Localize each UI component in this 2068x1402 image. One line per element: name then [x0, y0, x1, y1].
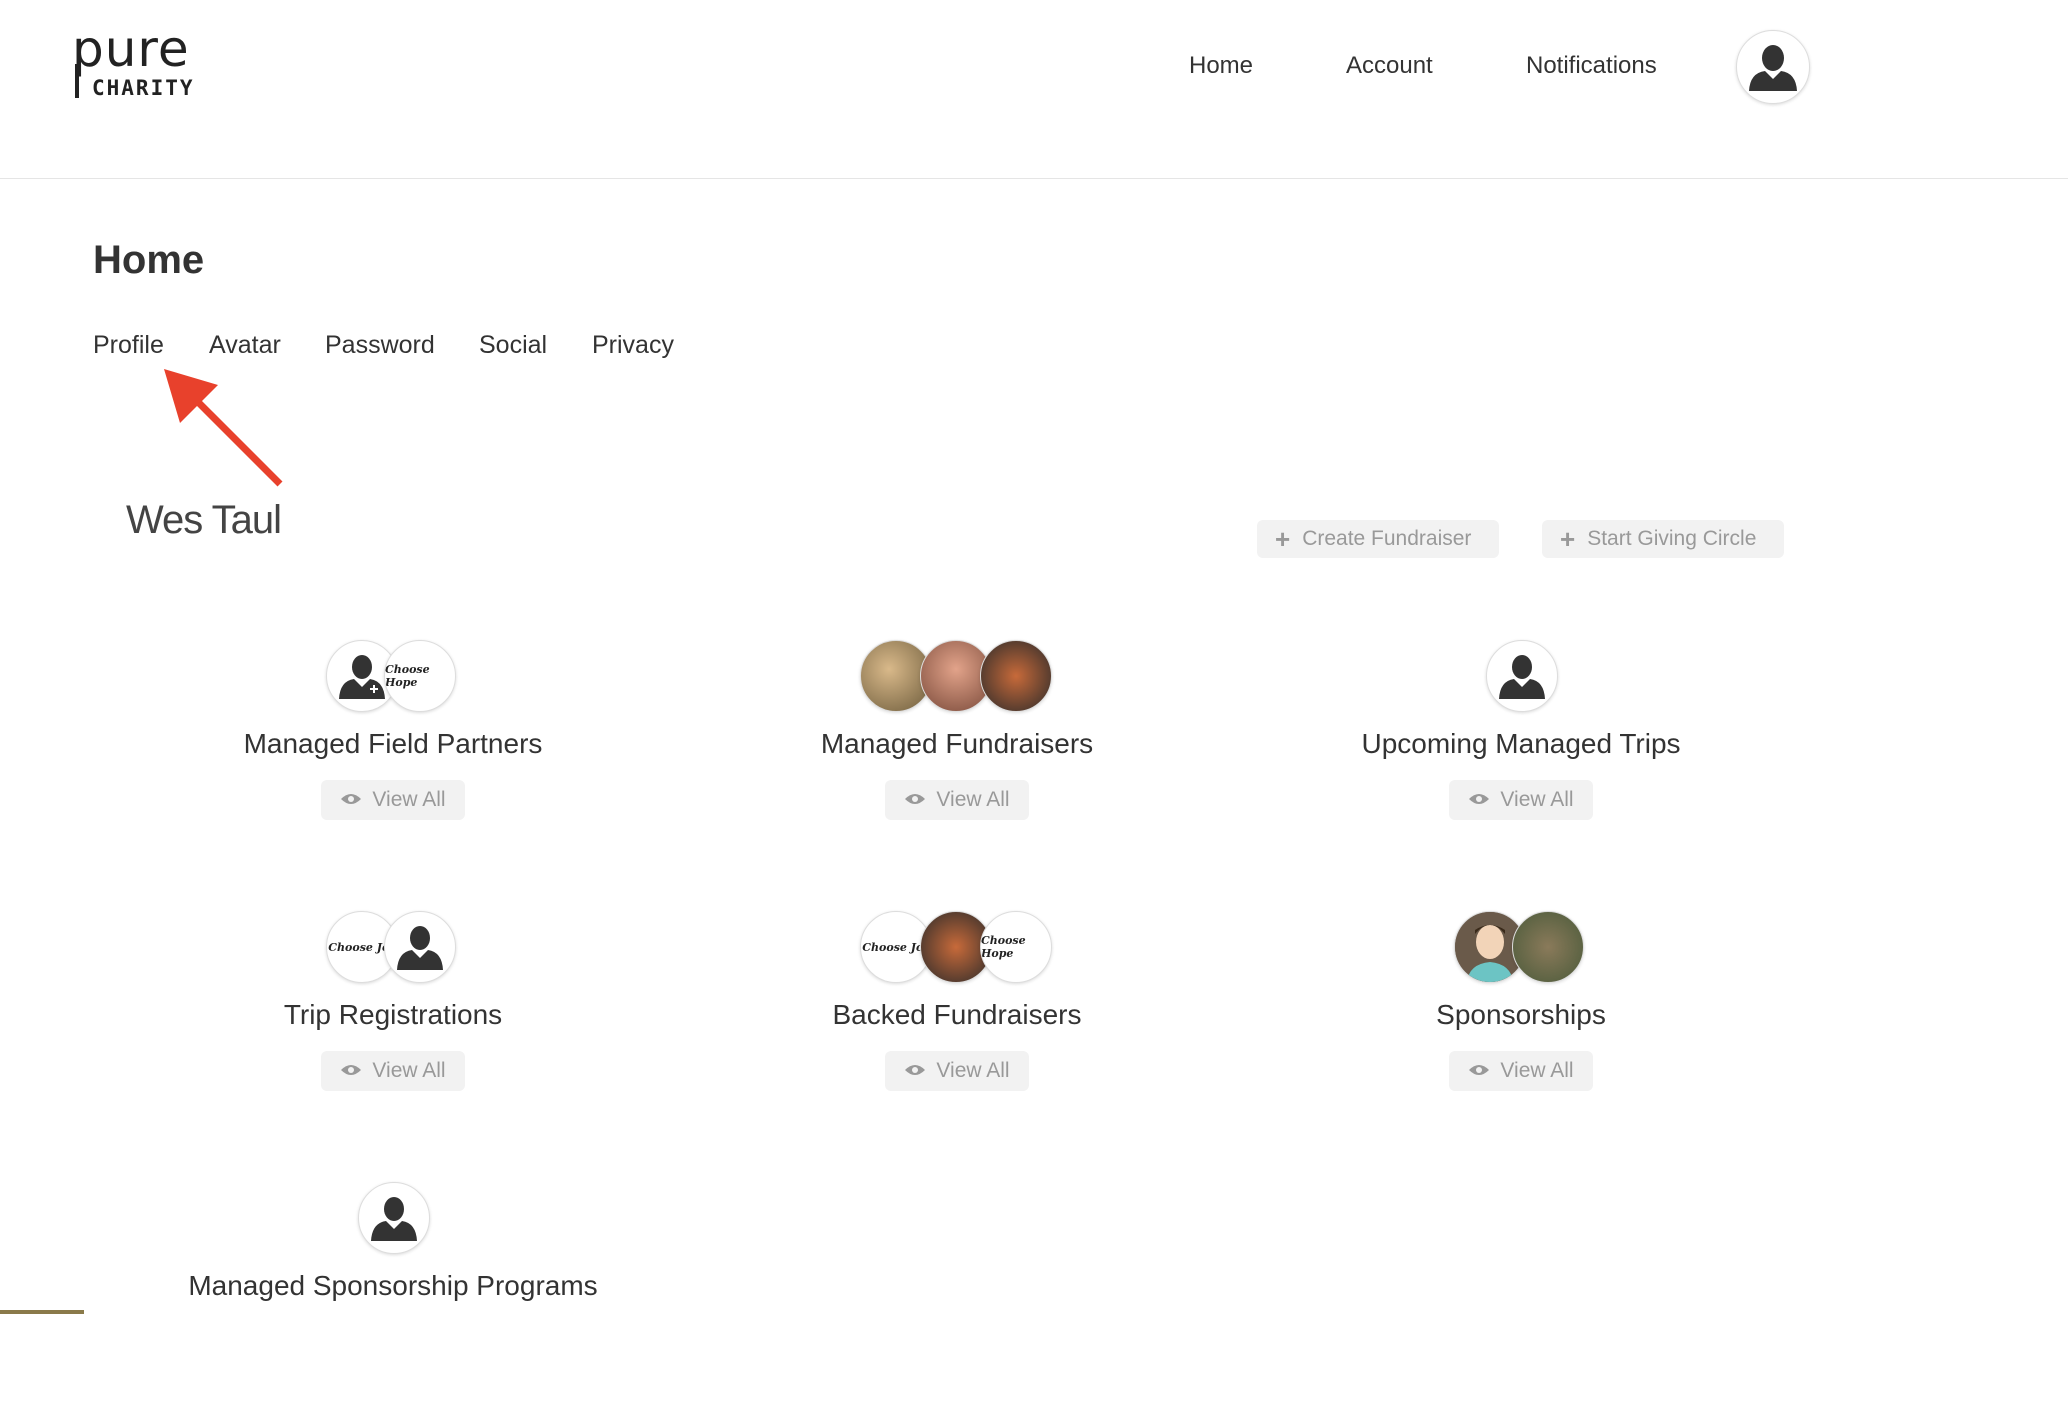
card-managed-sponsorship-programs: Managed Sponsorship Programs	[113, 1182, 673, 1402]
eye-icon	[340, 1059, 362, 1083]
view-all-button[interactable]: View All	[885, 1051, 1029, 1091]
card-title: Upcoming Managed Trips	[1361, 728, 1681, 759]
person-icon	[1749, 45, 1797, 91]
card-managed-field-partners: Choose Hope Managed Field Partners View …	[113, 640, 673, 860]
page-title: Home	[93, 238, 205, 282]
card-sponsorships: Sponsorships View All	[1241, 911, 1801, 1131]
view-all-label: View All	[936, 788, 1010, 811]
card-title: Managed Field Partners	[243, 728, 543, 759]
tab-password[interactable]: Password	[325, 331, 435, 360]
card-avatars	[1241, 911, 1801, 987]
logo-sub: CHARITY	[92, 76, 195, 100]
eye-icon	[904, 788, 926, 812]
view-all-label: View All	[372, 1059, 446, 1082]
eye-icon	[340, 788, 362, 812]
eye-icon	[904, 1059, 926, 1083]
person-icon	[397, 926, 443, 970]
card-title: Managed Sponsorship Programs	[188, 1270, 598, 1301]
card-title: Backed Fundraisers	[832, 999, 1082, 1030]
card-trip-registrations: Choose Joy Trip Registrations View All	[113, 911, 673, 1131]
tab-profile[interactable]: Profile	[93, 331, 164, 360]
eye-icon	[1468, 1059, 1490, 1083]
logo-word: pure	[72, 20, 190, 78]
view-all-button[interactable]: View All	[321, 1051, 465, 1091]
card-avatars	[113, 1182, 673, 1258]
card-upcoming-managed-trips: Upcoming Managed Trips View All	[1241, 640, 1801, 860]
card-title: Trip Registrations	[283, 999, 503, 1030]
fundraiser-photo-avatar[interactable]	[980, 640, 1052, 712]
card-avatars	[677, 640, 1237, 716]
create-fundraiser-label: Create Fundraiser	[1302, 527, 1472, 550]
view-all-label: View All	[1500, 1059, 1574, 1082]
sponsorship-photo-avatar[interactable]	[1512, 911, 1584, 983]
nav-home[interactable]: Home	[1189, 52, 1253, 80]
nav-notifications[interactable]: Notifications	[1526, 52, 1657, 80]
plus-icon: +	[1275, 523, 1291, 554]
choose-hope-logo: Choose Hope	[981, 934, 1026, 960]
registration-avatar[interactable]	[384, 911, 456, 983]
card-title: Sponsorships	[1436, 999, 1606, 1030]
card-avatars	[1241, 640, 1801, 716]
bottom-edge-bar	[0, 1310, 84, 1314]
choose-hope-logo: Choose Hope	[385, 663, 430, 689]
user-avatar-menu[interactable]	[1736, 30, 1810, 104]
card-title: Managed Fundraisers	[820, 728, 1094, 759]
trip-avatar[interactable]	[1486, 640, 1558, 712]
tab-privacy[interactable]: Privacy	[592, 331, 674, 360]
user-name: Wes Taul	[126, 498, 282, 542]
view-all-button[interactable]: View All	[1449, 780, 1593, 820]
logo-bar	[75, 64, 79, 98]
red-arrow-annotation	[164, 369, 283, 487]
card-backed-fundraisers: Choose Joy Choose Hope Backed Fundraiser…	[677, 911, 1237, 1131]
card-avatars: Choose Joy Choose Hope	[677, 911, 1237, 987]
card-avatars: Choose Joy	[113, 911, 673, 987]
create-fundraiser-button[interactable]: + Create Fundraiser	[1257, 520, 1499, 558]
person-icon	[371, 1197, 417, 1241]
header: pure CHARITY Home Account Notifications	[0, 0, 2068, 179]
view-all-label: View All	[1500, 788, 1574, 811]
view-all-label: View All	[372, 788, 446, 811]
view-all-button[interactable]: View All	[885, 780, 1029, 820]
view-all-button[interactable]: View All	[1449, 1051, 1593, 1091]
plus-icon: +	[1560, 523, 1576, 554]
start-giving-circle-button[interactable]: + Start Giving Circle	[1542, 520, 1784, 558]
card-avatars: Choose Hope	[113, 640, 673, 716]
person-icon	[1499, 655, 1545, 699]
choose-hope-logo-avatar[interactable]: Choose Hope	[384, 640, 456, 712]
tab-avatar[interactable]: Avatar	[209, 331, 281, 360]
view-all-label: View All	[936, 1059, 1010, 1082]
card-managed-fundraisers: Managed Fundraisers View All	[677, 640, 1237, 860]
program-avatar[interactable]	[358, 1182, 430, 1254]
view-all-button[interactable]: View All	[321, 780, 465, 820]
start-giving-circle-label: Start Giving Circle	[1587, 527, 1757, 550]
choose-hope-logo-avatar[interactable]: Choose Hope	[980, 911, 1052, 983]
pure-charity-logo[interactable]: pure CHARITY	[72, 24, 212, 104]
eye-icon	[1468, 788, 1490, 812]
nav-account[interactable]: Account	[1346, 52, 1433, 80]
tab-social[interactable]: Social	[479, 331, 547, 360]
